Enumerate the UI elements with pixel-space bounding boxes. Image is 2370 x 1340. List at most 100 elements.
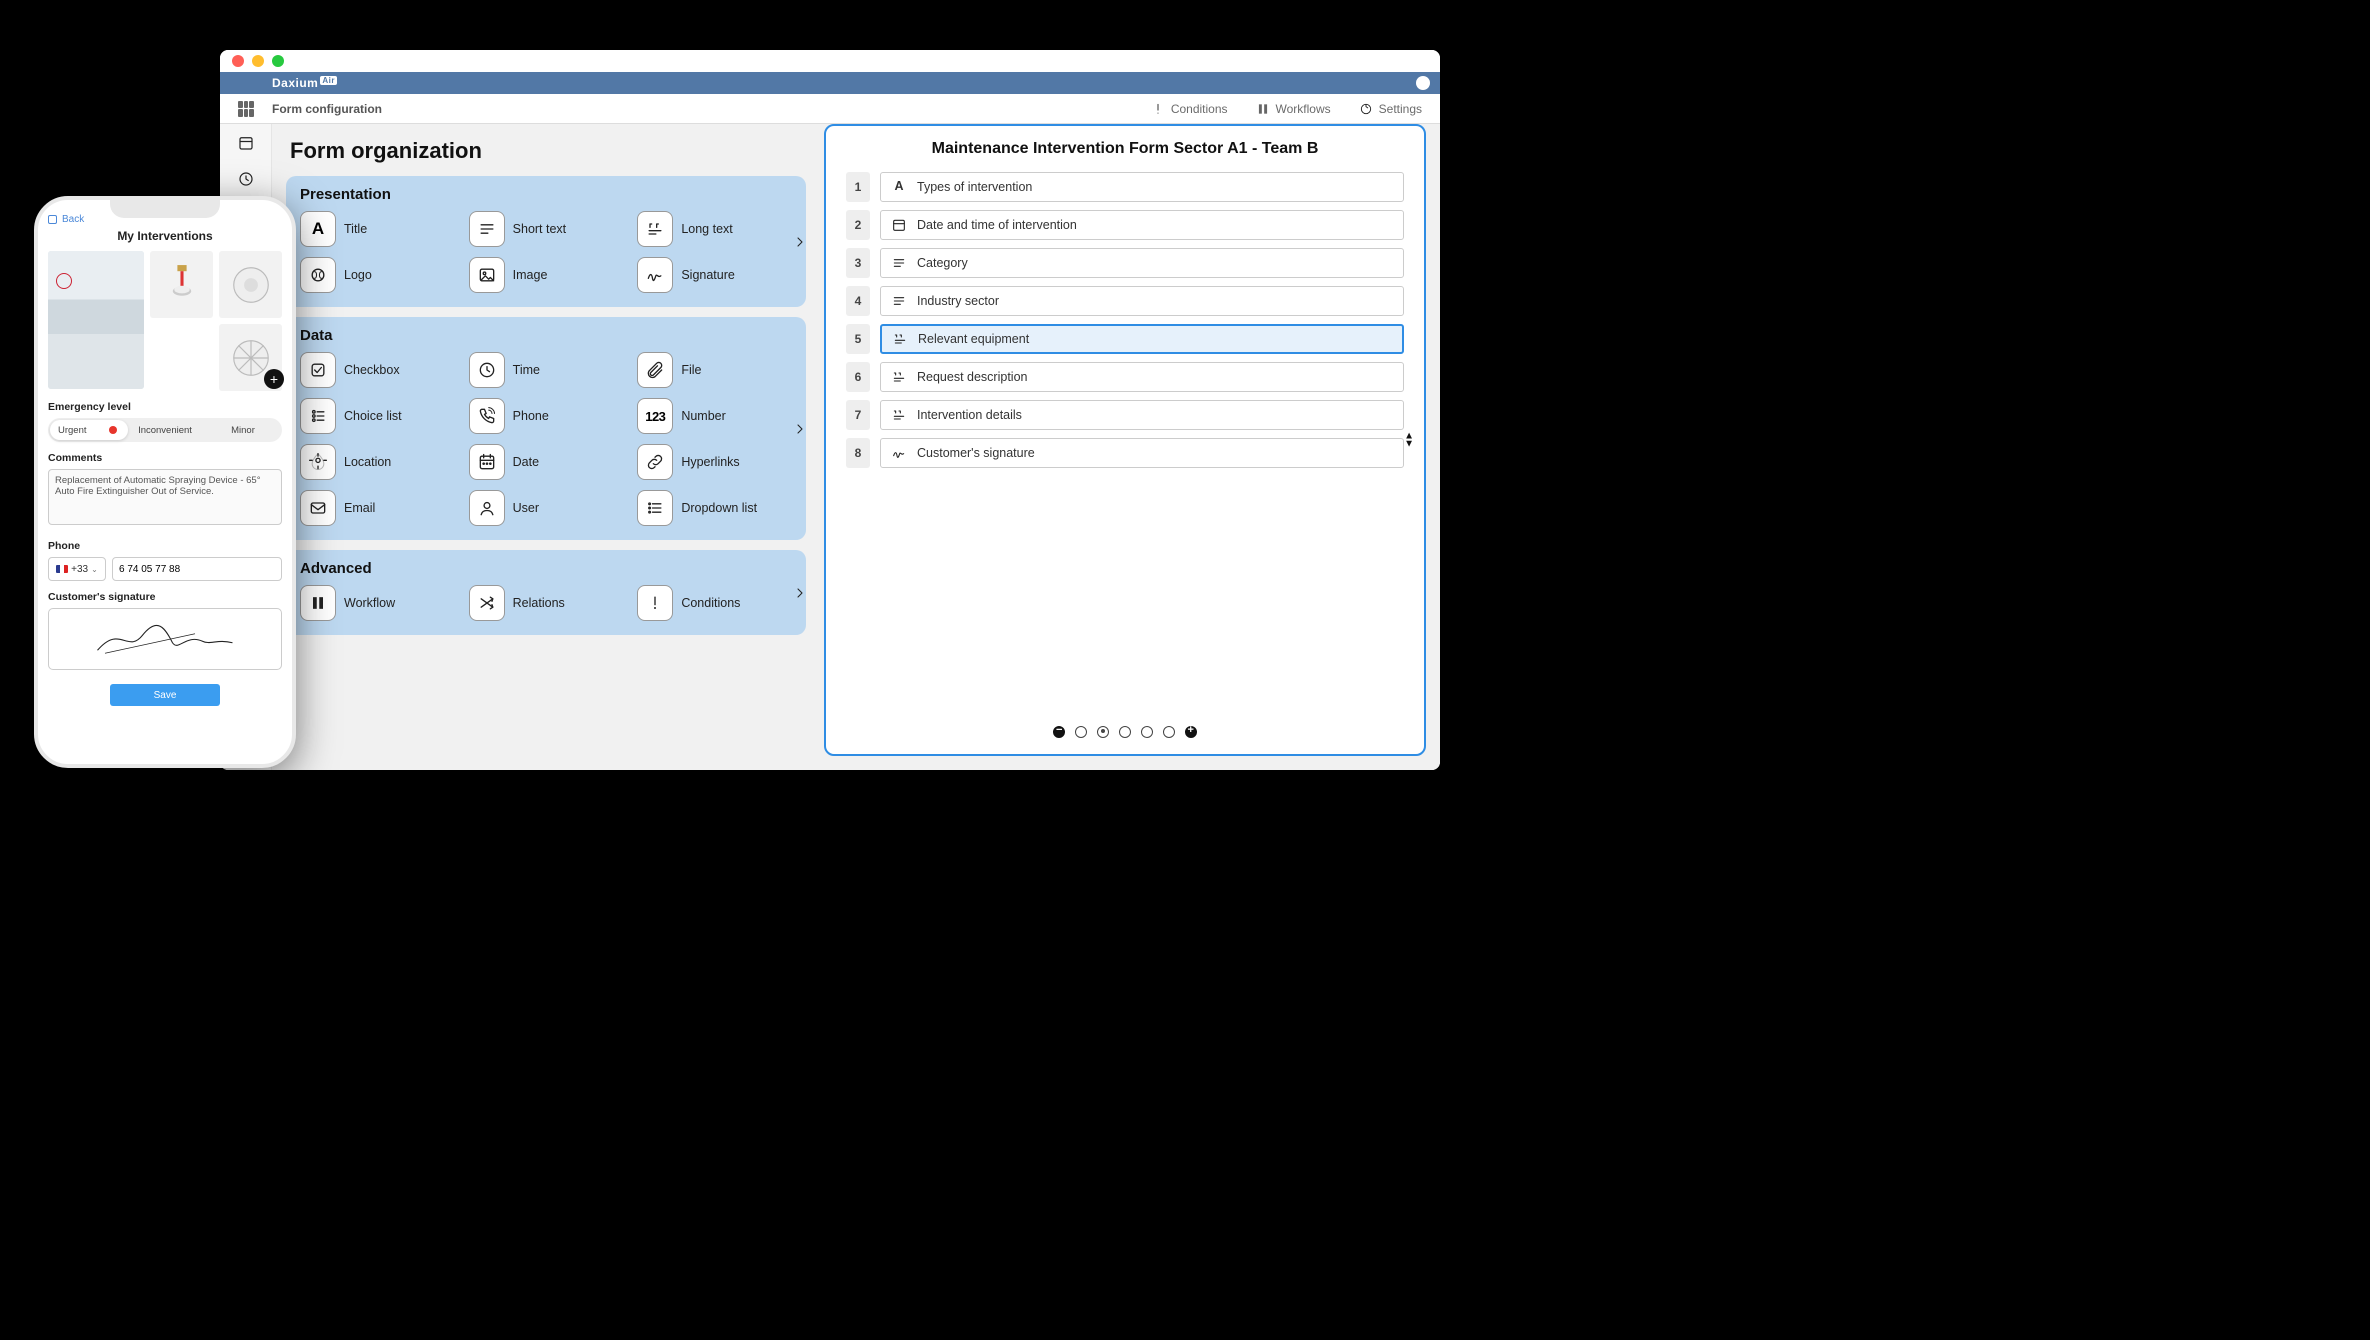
pager-dot[interactable] xyxy=(1163,726,1175,738)
segment-minor[interactable]: Minor xyxy=(204,425,282,436)
field-cell[interactable]: Category xyxy=(880,248,1404,278)
phone-icon xyxy=(469,398,505,434)
save-button[interactable]: Save xyxy=(110,684,220,706)
tile-time[interactable]: Time xyxy=(469,352,624,388)
maximize-window-button[interactable] xyxy=(272,55,284,67)
segment-urgent-label: Urgent xyxy=(58,425,87,436)
tile-user[interactable]: User xyxy=(469,490,624,526)
field-cell[interactable]: Intervention details xyxy=(880,400,1404,430)
workflow-icon xyxy=(300,585,336,621)
tile-phone[interactable]: Phone xyxy=(469,398,624,434)
tile-title[interactable]: ATitle xyxy=(300,211,455,247)
flag-fr-icon xyxy=(56,565,68,573)
tile-date[interactable]: Date xyxy=(469,444,624,480)
tile-location[interactable]: Location xyxy=(300,444,455,480)
emergency-segmented[interactable]: Urgent Inconvenient Minor xyxy=(48,418,282,442)
tile-file[interactable]: File xyxy=(637,352,792,388)
form-field-row[interactable]: 7Intervention details xyxy=(846,400,1404,430)
number-icon: 123 xyxy=(637,398,673,434)
workflows-link[interactable]: Workflows xyxy=(1256,102,1331,116)
phone-number-input[interactable] xyxy=(112,557,282,581)
sidebar-item-calendar[interactable] xyxy=(237,134,255,152)
field-label: Date and time of intervention xyxy=(917,218,1077,232)
tile-label: Date xyxy=(513,455,539,469)
tile-choice-list[interactable]: Choice list xyxy=(300,398,455,434)
tile-email[interactable]: Email xyxy=(300,490,455,526)
field-cell[interactable]: Customer's signature xyxy=(880,438,1404,468)
tile-logo[interactable]: Logo xyxy=(300,257,455,293)
tile-label: Signature xyxy=(681,268,735,282)
pager-dot[interactable] xyxy=(1119,726,1131,738)
tile-conditions[interactable]: Conditions xyxy=(637,585,792,621)
tile-image[interactable]: Image xyxy=(469,257,624,293)
short-text-icon xyxy=(469,211,505,247)
minimize-window-button[interactable] xyxy=(252,55,264,67)
grid-icon xyxy=(238,101,254,117)
form-field-row[interactable]: 5 Relevant equipment xyxy=(846,324,1404,354)
location-icon xyxy=(300,444,336,480)
close-window-button[interactable] xyxy=(232,55,244,67)
tile-workflow[interactable]: Workflow xyxy=(300,585,455,621)
pager-dot[interactable] xyxy=(1097,726,1109,738)
tile-label: Workflow xyxy=(344,596,395,610)
settings-label: Settings xyxy=(1379,102,1422,116)
chevron-right-icon[interactable] xyxy=(792,234,808,250)
tile-dropdown[interactable]: Dropdown list xyxy=(637,490,792,526)
form-field-row[interactable]: 1ATypes of intervention xyxy=(846,172,1404,202)
tile-relations[interactable]: Relations xyxy=(469,585,624,621)
gallery-thumb[interactable] xyxy=(219,251,282,318)
settings-icon xyxy=(1359,102,1373,116)
form-field-row[interactable]: 8Customer's signature xyxy=(846,438,1404,468)
tile-hyperlinks[interactable]: Hyperlinks xyxy=(637,444,792,480)
field-cell[interactable]: Industry sector xyxy=(880,286,1404,316)
brand-suffix: Air xyxy=(320,76,337,85)
signature-pad[interactable] xyxy=(48,608,282,670)
country-code-select[interactable]: +33⌄ xyxy=(48,557,106,581)
logo-icon xyxy=(300,257,336,293)
form-field-row[interactable]: 2Date and time of intervention xyxy=(846,210,1404,240)
pager-dot[interactable] xyxy=(1141,726,1153,738)
reorder-handle[interactable]: ▲▼ xyxy=(1404,431,1414,450)
apps-menu-button[interactable] xyxy=(220,101,272,117)
date-icon xyxy=(469,444,505,480)
chevron-right-icon[interactable] xyxy=(792,421,808,437)
settings-link[interactable]: Settings xyxy=(1359,102,1422,116)
form-field-row[interactable]: 3Category xyxy=(846,248,1404,278)
tile-short-text[interactable]: Short text xyxy=(469,211,624,247)
field-index: 5 xyxy=(846,324,870,354)
add-photo-button[interactable]: + xyxy=(264,369,284,389)
file-icon xyxy=(637,352,673,388)
tile-label: User xyxy=(513,501,539,515)
link-icon xyxy=(637,444,673,480)
calendar-icon xyxy=(237,134,255,152)
field-list: 1ATypes of intervention 2Date and time of… xyxy=(846,172,1404,476)
user-avatar[interactable] xyxy=(1416,76,1430,90)
gallery-thumb[interactable] xyxy=(150,251,213,318)
form-field-row[interactable]: 6Request description xyxy=(846,362,1404,392)
field-cell[interactable]: ATypes of intervention xyxy=(880,172,1404,202)
field-cell[interactable]: Request description xyxy=(880,362,1404,392)
chevron-right-icon[interactable] xyxy=(792,585,808,601)
segment-inconvenient[interactable]: Inconvenient xyxy=(126,425,204,436)
conditions-link[interactable]: Conditions xyxy=(1151,102,1228,116)
relations-icon xyxy=(469,585,505,621)
signature-icon xyxy=(637,257,673,293)
gallery-main-image[interactable] xyxy=(48,251,144,389)
pager-dot[interactable] xyxy=(1075,726,1087,738)
title-icon: A xyxy=(300,211,336,247)
field-cell[interactable]: Relevant equipment xyxy=(880,324,1404,354)
tile-checkbox[interactable]: Checkbox xyxy=(300,352,455,388)
tile-number[interactable]: 123Number xyxy=(637,398,792,434)
pager-remove[interactable]: − xyxy=(1053,726,1065,738)
tile-label: Email xyxy=(344,501,375,515)
workflows-label: Workflows xyxy=(1276,102,1331,116)
photo-gallery: + xyxy=(48,251,282,391)
form-title: Maintenance Intervention Form Sector A1 … xyxy=(846,140,1404,158)
sidebar-item-clock[interactable] xyxy=(237,170,255,188)
tile-signature[interactable]: Signature xyxy=(637,257,792,293)
form-field-row[interactable]: 4Industry sector xyxy=(846,286,1404,316)
tile-long-text[interactable]: Long text xyxy=(637,211,792,247)
pager-add[interactable]: + xyxy=(1185,726,1197,738)
field-cell[interactable]: Date and time of intervention xyxy=(880,210,1404,240)
comments-input[interactable] xyxy=(48,469,282,525)
